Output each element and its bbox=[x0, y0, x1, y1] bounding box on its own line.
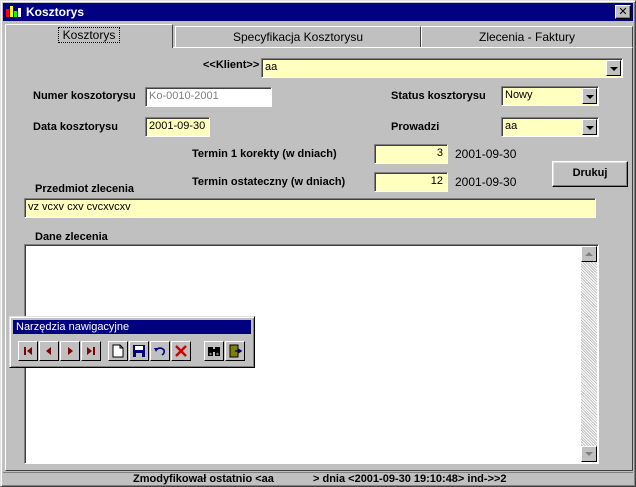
numer-label: Numer koszotorysu bbox=[33, 90, 136, 102]
termin1-label: Termin 1 korekty (w dniach) bbox=[192, 148, 337, 160]
status-dropdown-button[interactable] bbox=[582, 88, 597, 104]
delete-icon bbox=[175, 345, 187, 357]
scroll-up-button[interactable] bbox=[581, 246, 597, 262]
klient-dropdown-button[interactable] bbox=[606, 60, 621, 76]
exit-door-icon bbox=[229, 344, 243, 358]
scroll-down-button[interactable] bbox=[581, 446, 597, 462]
undo-button[interactable] bbox=[150, 341, 170, 361]
termin1-field[interactable]: 3 bbox=[374, 144, 448, 164]
find-binoculars-icon bbox=[208, 347, 220, 356]
tab-strip: Kosztorys Specyfikacja Kosztorysu Zlecen… bbox=[5, 24, 633, 48]
prowadzi-combo[interactable]: aa bbox=[501, 117, 599, 137]
exit-button[interactable] bbox=[225, 341, 245, 361]
termin2-label: Termin ostateczny (w dniach) bbox=[192, 176, 346, 188]
window-title: Kosztorys bbox=[26, 5, 85, 19]
data-label: Data kosztorysu bbox=[33, 121, 118, 133]
find-button[interactable] bbox=[204, 341, 224, 361]
termin2-field[interactable]: 12 bbox=[374, 172, 448, 192]
delete-button[interactable] bbox=[171, 341, 191, 361]
last-record-icon bbox=[87, 347, 95, 355]
status-label: Status kosztorysu bbox=[391, 90, 486, 102]
przedmiot-label: Przedmiot zlecenia bbox=[35, 183, 135, 195]
first-record-button[interactable] bbox=[18, 341, 38, 361]
close-button[interactable]: ✕ bbox=[615, 5, 631, 19]
save-button[interactable] bbox=[129, 341, 149, 361]
toolbox-title[interactable]: Narzędzia nawigacyjne bbox=[13, 320, 251, 334]
tab-kosztorys[interactable]: Kosztorys bbox=[5, 24, 173, 48]
tab-specyfikacja[interactable]: Specyfikacja Kosztorysu bbox=[175, 26, 421, 48]
prev-record-button[interactable] bbox=[39, 341, 59, 361]
last-record-button[interactable] bbox=[81, 341, 101, 361]
prev-record-icon bbox=[46, 347, 51, 355]
close-icon: ✕ bbox=[618, 6, 628, 18]
new-document-icon bbox=[112, 344, 124, 358]
first-record-icon bbox=[24, 347, 32, 355]
next-record-button[interactable] bbox=[60, 341, 80, 361]
tab-zlecenia-faktury[interactable]: Zlecenia - Faktury bbox=[421, 26, 633, 48]
data-field[interactable]: 2001-09-30 bbox=[145, 117, 210, 137]
termin1-date: 2001-09-30 bbox=[455, 147, 517, 161]
przedmiot-field[interactable]: vz vcxv cxv cvcxvcxv bbox=[24, 198, 596, 218]
undo-icon bbox=[154, 347, 166, 356]
save-icon bbox=[133, 345, 145, 357]
prowadzi-label: Prowadzi bbox=[391, 121, 440, 133]
dane-scrollbar[interactable] bbox=[581, 246, 597, 462]
status-bar: Zmodyfikował ostatnio <aa > dnia <2001-0… bbox=[3, 472, 633, 486]
new-record-button[interactable] bbox=[108, 341, 128, 361]
status-modified: Zmodyfikował ostatnio <aa bbox=[133, 473, 274, 485]
navigation-toolbox: Narzędzia nawigacyjne bbox=[9, 316, 255, 368]
kosztorys-window: Kosztorys ✕ Kosztorys Specyfikacja Koszt… bbox=[0, 0, 636, 487]
app-icon bbox=[6, 5, 22, 19]
klient-combo[interactable]: aa bbox=[261, 58, 623, 78]
print-button[interactable]: Drukuj bbox=[552, 161, 628, 187]
termin2-date: 2001-09-30 bbox=[455, 175, 517, 189]
numer-field[interactable]: Ko-0010-2001 bbox=[145, 87, 272, 107]
prowadzi-dropdown-button[interactable] bbox=[582, 119, 597, 135]
next-record-icon bbox=[68, 347, 73, 355]
klient-label[interactable]: <<Klient>> bbox=[203, 59, 259, 71]
dane-label: Dane zlecenia bbox=[35, 231, 108, 243]
status-date: > dnia <2001-09-30 19:10:48> ind->>2 bbox=[313, 473, 507, 485]
title-bar[interactable]: Kosztorys ✕ bbox=[3, 3, 633, 21]
status-combo[interactable]: Nowy bbox=[501, 86, 599, 106]
